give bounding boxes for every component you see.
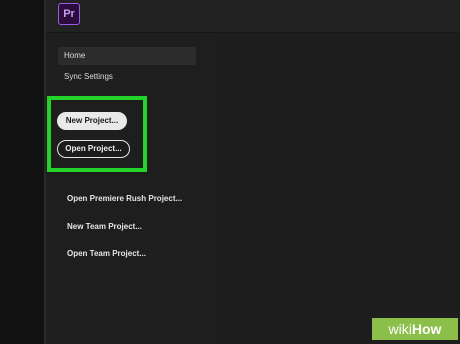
- sidebar-item-sync-settings[interactable]: Sync Settings: [58, 68, 196, 86]
- wikihow-watermark: wikiHow: [372, 318, 458, 340]
- new-team-project-link[interactable]: New Team Project...: [67, 222, 142, 231]
- open-premiere-rush-project-link[interactable]: Open Premiere Rush Project...: [67, 194, 182, 203]
- open-project-button[interactable]: Open Project...: [57, 140, 130, 158]
- background-window-strip: [0, 0, 46, 344]
- premiere-pro-logo-icon: Pr: [58, 3, 80, 25]
- sidebar-item-home[interactable]: Home: [58, 47, 196, 65]
- open-team-project-link[interactable]: Open Team Project...: [67, 249, 146, 258]
- new-project-button[interactable]: New Project...: [57, 112, 127, 130]
- main-panel: [216, 33, 460, 344]
- highlight-box: [47, 96, 147, 172]
- title-bar: Pr: [46, 0, 460, 33]
